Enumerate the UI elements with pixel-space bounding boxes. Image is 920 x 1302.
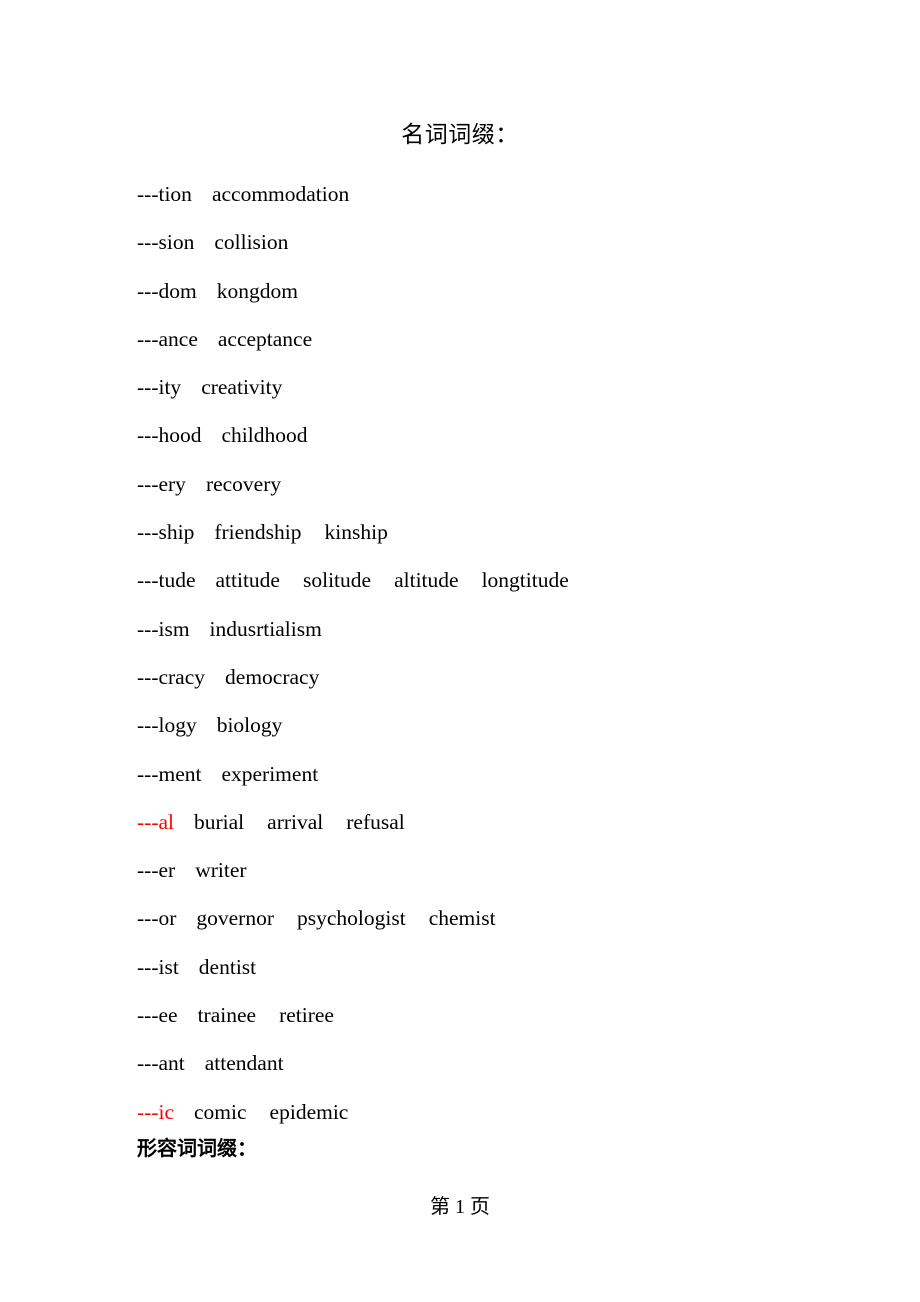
suffix-example-word: experiment <box>221 761 319 786</box>
suffix-marker: ---ship <box>137 520 195 545</box>
suffix-marker: ---logy <box>137 713 197 738</box>
suffix-example-word: altitude <box>394 568 459 593</box>
suffix-entry: ---ity creativity <box>137 363 877 411</box>
suffix-entry: ---sion collision <box>137 218 877 266</box>
suffix-entry: ---ic comic epidemic <box>137 1088 877 1136</box>
suffix-entry: ---al burial arrival refusal <box>137 798 877 846</box>
suffix-entry: ---ance acceptance <box>137 315 877 363</box>
suffix-example-word: creativity <box>201 375 283 400</box>
suffix-entry: ---hood childhood <box>137 411 877 459</box>
suffix-marker: ---ery <box>137 471 186 496</box>
suffix-marker: ---ism <box>137 616 190 641</box>
suffix-marker: ---tion <box>137 182 192 206</box>
suffix-example-word: epidemic <box>269 1099 349 1124</box>
suffix-marker: ---ant <box>137 1051 185 1076</box>
suffix-example-word: arrival <box>267 809 324 834</box>
suffix-marker: ---ment <box>137 761 202 786</box>
page-footer: 第 1 页 <box>430 1196 490 1218</box>
suffix-example-word: retiree <box>279 1003 334 1028</box>
suffix-example-word: dentist <box>198 954 257 979</box>
suffix-marker: ---ance <box>137 326 198 351</box>
suffix-marker: ---or <box>137 906 177 931</box>
suffix-entry: ---logy biology <box>137 701 877 749</box>
suffix-marker: ---sion <box>137 230 195 255</box>
suffix-example-word: solitude <box>302 568 372 593</box>
suffix-example-word: childhood <box>221 423 308 448</box>
suffix-entry: ---tion accommodation <box>137 170 877 218</box>
suffix-marker: ---er <box>137 858 176 883</box>
adjective-suffix-heading: 形容词词缀： <box>137 1136 257 1160</box>
suffix-marker: ---al <box>137 809 174 834</box>
suffix-example-word: recovery <box>205 471 282 496</box>
suffix-example-word: attitude <box>215 568 280 593</box>
suffix-example-word: governor <box>196 906 275 931</box>
suffix-entry: ---ist dentist <box>137 943 877 991</box>
suffix-marker: ---hood <box>137 423 202 448</box>
page-title: 名词词缀： <box>401 121 519 147</box>
suffix-marker: ---ic <box>137 1099 174 1124</box>
noun-suffix-list: ---tion accommodation ---sion collision ---d… <box>137 170 877 1136</box>
suffix-marker: ---ity <box>137 375 182 400</box>
suffix-entry: ---tude attitude solitude altitude longtitud… <box>137 556 877 604</box>
suffix-entry: ---ism indusrtialism <box>137 605 877 653</box>
suffix-marker: ---tude <box>137 568 196 593</box>
suffix-marker: ---cracy <box>137 664 206 689</box>
suffix-marker: ---ee <box>137 1003 178 1028</box>
suffix-example-word: burial <box>194 809 245 834</box>
suffix-example-word: comic <box>194 1099 247 1124</box>
suffix-example-word: attendant <box>204 1051 284 1076</box>
suffix-example-word: democracy <box>225 664 320 689</box>
suffix-example-word: collision <box>214 230 289 255</box>
suffix-example-word: writer <box>195 858 247 883</box>
suffix-entry: ---or governor psychologist chemist <box>137 894 877 942</box>
suffix-example-word: accommodation <box>211 182 350 206</box>
suffix-example-word: trainee <box>197 1003 257 1028</box>
suffix-entry: ---cracy democracy <box>137 653 877 701</box>
suffix-example-word: kongdom <box>216 278 298 303</box>
suffix-example-word: biology <box>216 713 283 738</box>
suffix-entry: ---er writer <box>137 846 877 894</box>
suffix-example-word: kinship <box>324 520 388 545</box>
suffix-entry: ---ment experiment <box>137 750 877 798</box>
suffix-example-word: refusal <box>346 809 405 834</box>
suffix-entry: ---ship friendship kinship <box>137 508 877 556</box>
suffix-marker: ---dom <box>137 278 197 303</box>
suffix-entry: ---dom kongdom <box>137 267 877 315</box>
suffix-example-word: chemist <box>428 906 496 931</box>
suffix-entry: ---ery recovery <box>137 460 877 508</box>
suffix-example-word: indusrtialism <box>209 616 322 641</box>
suffix-marker: ---ist <box>137 954 179 979</box>
suffix-example-word: acceptance <box>217 326 313 351</box>
suffix-example-word: longtitude <box>481 568 569 593</box>
document-page: 名词词缀： ---tion accommodation ---sion collisi… <box>0 0 920 1302</box>
suffix-example-word: psychologist <box>297 906 406 931</box>
suffix-entry: ---ant attendant <box>137 1039 877 1087</box>
suffix-entry: ---ee trainee retiree <box>137 991 877 1039</box>
suffix-example-word: friendship <box>214 520 302 545</box>
